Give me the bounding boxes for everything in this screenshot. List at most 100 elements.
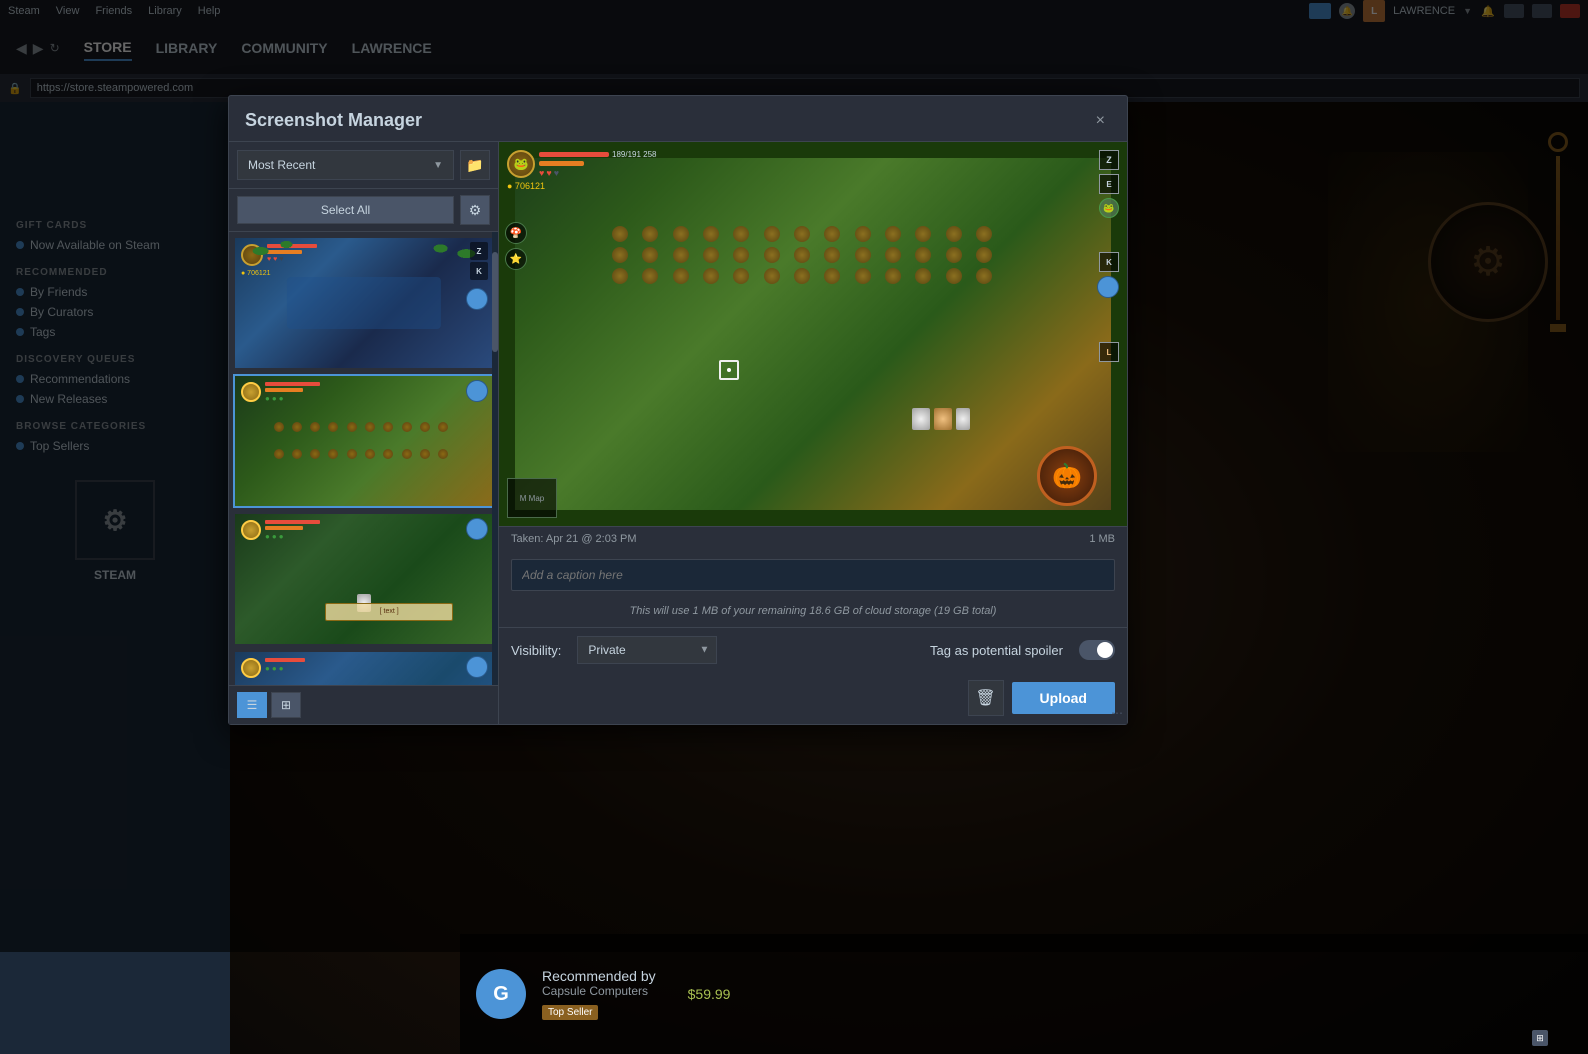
thumb-hud-4: ● ● ● <box>265 658 305 673</box>
enemy-army <box>612 226 1001 284</box>
skill-icon-1: 🍄 <box>505 222 527 244</box>
hud-key-z: Z <box>1099 150 1119 170</box>
thumb-avatar-2 <box>466 380 488 402</box>
windows-icon: ⊞ <box>1532 1030 1548 1046</box>
target-crosshair <box>719 360 739 380</box>
rec-price-block: $59.99 <box>688 986 731 1002</box>
player-characters <box>912 408 970 430</box>
storage-text: This will use 1 MB of your remaining 18.… <box>630 605 997 617</box>
thumb-player-icon-4 <box>241 658 261 678</box>
folder-icon: 📁 <box>466 157 483 174</box>
mana-bar <box>539 161 584 166</box>
thumbnail-panel: Most Recent ▼ 📁 Select All ⚙ <box>229 142 499 724</box>
scrollbar[interactable] <box>492 232 498 685</box>
screenshot-manager-modal: Screenshot Manager × Most Recent ▼ 📁 Sel… <box>228 95 1128 725</box>
thumb-screenshot-1: ♥ ♥ ♥ ● 706121 Z K <box>235 238 492 368</box>
upload-button[interactable]: Upload <box>1012 682 1115 714</box>
modal-header: Screenshot Manager × <box>229 96 1127 142</box>
thumbnail-item-3[interactable]: ● ● ● [ text ] <box>233 512 494 646</box>
preview-border-trees <box>499 142 1127 526</box>
hp-text: 189/191 258 <box>612 150 657 159</box>
rec-sub-text: Capsule Computers <box>542 984 656 998</box>
caption-area <box>499 551 1127 599</box>
scroll-thumb[interactable] <box>492 252 498 352</box>
settings-gear-icon: ⚙ <box>469 202 482 219</box>
settings-button[interactable]: ⚙ <box>460 195 490 225</box>
preview-image-area: 🐸 189/191 258 ♥ <box>499 142 1127 526</box>
hud-avatar <box>1097 276 1119 298</box>
hp-bar-row: 189/191 258 <box>539 150 657 159</box>
char-1 <box>912 408 930 430</box>
storage-info: This will use 1 MB of your remaining 18.… <box>499 599 1127 627</box>
recommended-bar: G Recommended by Capsule Computers Top S… <box>460 934 1588 1054</box>
toggle-knob <box>1097 642 1113 658</box>
select-all-row: Select All ⚙ <box>229 189 498 232</box>
list-view-icon: ☰ <box>247 698 258 712</box>
rec-text-block: Recommended by Capsule Computers Top Sel… <box>542 968 656 1020</box>
thumb-avatar-1 <box>466 288 488 310</box>
sort-dropdown[interactable]: Most Recent ▼ <box>237 150 454 180</box>
rec-capsule-logo: G <box>476 969 526 1019</box>
list-view-button[interactable]: ☰ <box>237 692 267 718</box>
char-2 <box>934 408 952 430</box>
char-3 <box>956 408 970 430</box>
grid-view-icon: ⊞ <box>281 698 291 712</box>
grid-view-button[interactable]: ⊞ <box>271 692 301 718</box>
modal-body: Most Recent ▼ 📁 Select All ⚙ <box>229 142 1127 724</box>
mini-map: M Map <box>507 478 557 518</box>
thumb-sign-3: [ text ] <box>325 603 454 621</box>
spoiler-toggle[interactable] <box>1079 640 1115 660</box>
hud-key-l: L <box>1099 342 1119 362</box>
modal-title: Screenshot Manager <box>245 110 422 131</box>
select-all-button[interactable]: Select All <box>237 196 454 224</box>
hearts-display: ♥ ♥ ♥ <box>539 168 657 178</box>
mini-map-label: M Map <box>520 494 544 503</box>
rec-main-text: Recommended by <box>542 968 656 984</box>
rec-badge-area: Top Seller <box>542 1002 656 1020</box>
delete-button[interactable]: 🗑 <box>968 680 1004 716</box>
rec-price: $59.99 <box>688 986 731 1002</box>
modal-close-button[interactable]: × <box>1090 111 1111 131</box>
thumbnail-item-active[interactable]: ● ● ● <box>233 374 494 508</box>
thumb-screenshot-2: ● ● ● <box>235 376 492 506</box>
boss-emoji: 🎃 <box>1052 462 1082 491</box>
heart-1-icon: ♥ <box>539 168 544 178</box>
skill-icon-2: ⭐ <box>505 248 527 270</box>
health-bar <box>539 152 609 157</box>
hud-right: Z E 🐸 K L <box>1097 150 1119 362</box>
rec-badge: Top Seller <box>542 1005 598 1020</box>
caption-input[interactable] <box>511 559 1115 591</box>
visibility-select[interactable]: Private Public Friends Only <box>577 636 717 664</box>
mp-bar-row <box>539 161 657 166</box>
thumb-player-icon-3 <box>241 520 261 540</box>
visibility-label: Visibility: <box>511 643 561 658</box>
health-bars: 189/191 258 ♥ ♥ ♥ <box>539 150 657 178</box>
preview-meta: Taken: Apr 21 @ 2:03 PM 1 MB <box>499 526 1127 551</box>
thumb-enemies-2 <box>274 422 454 474</box>
preview-panel: 🐸 189/191 258 ♥ <box>499 142 1127 724</box>
thumbnail-item-4[interactable]: ● ● ● <box>233 650 494 685</box>
thumb-right-icons-1: Z K <box>470 242 488 280</box>
thumb-screenshot-3: ● ● ● [ text ] <box>235 514 492 644</box>
thumbnail-list[interactable]: ♥ ♥ ♥ ● 706121 Z K <box>229 232 498 685</box>
thumbnail-item[interactable]: ♥ ♥ ♥ ● 706121 Z K <box>233 236 494 370</box>
preview-screenshot: 🐸 189/191 258 ♥ <box>499 142 1127 526</box>
hud-skill-icon: 🐸 <box>1099 198 1119 218</box>
coin-display: ● 706121 <box>507 181 657 191</box>
preview-size: 1 MB <box>1089 533 1115 545</box>
sort-dropdown-text: Most Recent <box>248 158 433 172</box>
open-folder-button[interactable]: 📁 <box>460 150 490 180</box>
visibility-row: Visibility: Private Public Friends Only … <box>499 627 1127 672</box>
boss-icon: 🎃 <box>1037 446 1097 506</box>
resize-handle[interactable]: ⋯ <box>1111 706 1123 720</box>
thumb-avatar-3 <box>466 518 488 540</box>
player-avatar-game: 🐸 <box>507 150 535 178</box>
left-hud-icons: 🍄 ⭐ <box>505 222 527 270</box>
view-toggle: ☰ ⊞ <box>229 685 498 724</box>
os-icons: ⊞ <box>1532 1030 1548 1046</box>
delete-icon: 🗑 <box>975 688 995 708</box>
dropdown-caret-icon: ▼ <box>433 160 443 171</box>
enemy-grid <box>612 226 1001 284</box>
thumb-player-icon-2 <box>241 382 261 402</box>
spoiler-label: Tag as potential spoiler <box>930 643 1063 658</box>
